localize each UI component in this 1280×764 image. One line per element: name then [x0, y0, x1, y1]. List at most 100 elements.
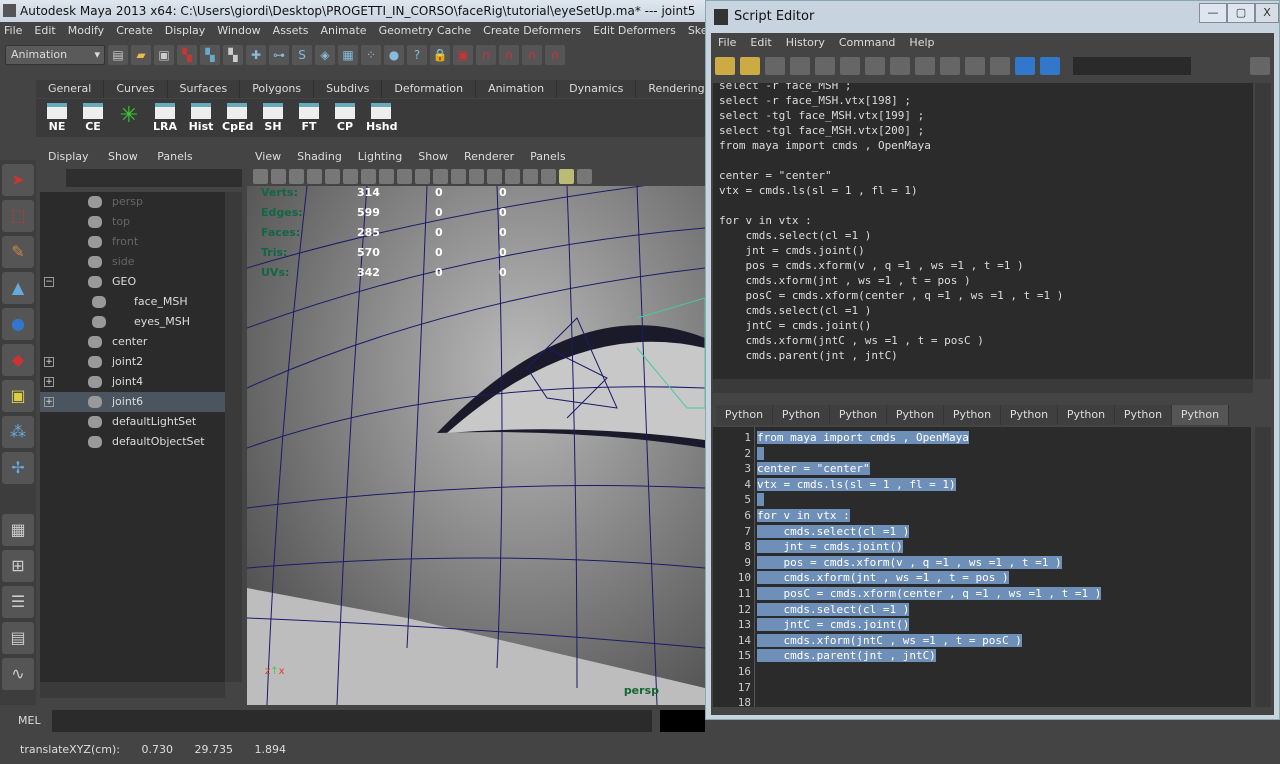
shelf-tab-subdivs[interactable]: Subdivs — [314, 80, 383, 98]
outliner-item-persp[interactable]: persp — [40, 192, 225, 212]
snap-view-icon[interactable]: ⁘ — [361, 45, 381, 65]
expand-toggle-icon[interactable]: − — [44, 277, 54, 287]
outliner-item-geo[interactable]: − GEO — [40, 272, 225, 292]
load-script-icon[interactable] — [715, 57, 735, 75]
select-object-icon[interactable]: ▚ — [200, 45, 220, 65]
last-tool-icon[interactable]: ✢ — [2, 452, 34, 484]
script-menu-history[interactable]: History — [786, 33, 825, 53]
expand-toggle-icon[interactable]: + — [44, 357, 54, 367]
make-live-icon[interactable]: ● — [384, 45, 404, 65]
shelf-button-lra[interactable]: LRA — [150, 103, 180, 133]
script-menu-command[interactable]: Command — [839, 33, 896, 53]
shadows-icon[interactable] — [559, 168, 574, 184]
safe-title-icon[interactable] — [433, 168, 448, 184]
menu-create-deformers[interactable]: Create Deformers — [479, 22, 589, 40]
viewport-menu-lighting[interactable]: Lighting — [358, 148, 402, 166]
camera-select-icon[interactable] — [253, 168, 268, 184]
snap-point-icon[interactable]: S — [292, 45, 312, 65]
history-pane[interactable]: select -r face_MSH ; select -r face_MSH.… — [713, 83, 1253, 379]
hud-icon[interactable] — [451, 168, 466, 184]
expand-toggle-icon[interactable]: + — [44, 397, 54, 407]
viewport-menu-panels[interactable]: Panels — [530, 148, 565, 166]
menu-file[interactable]: File — [0, 22, 30, 40]
shelf-button-ce[interactable]: CE — [78, 103, 108, 133]
open-scene-icon[interactable]: ▰ — [131, 45, 151, 65]
isolate-select-icon[interactable] — [577, 168, 592, 184]
clear-all-icon[interactable] — [865, 57, 885, 75]
help-icon[interactable]: ? — [407, 45, 427, 65]
clear-history-icon[interactable] — [815, 57, 835, 75]
shelf-button-cp[interactable]: CP — [330, 103, 360, 133]
shelf-button-hshd[interactable]: Hshd — [366, 103, 397, 133]
camera-attributes-icon[interactable] — [271, 168, 286, 184]
tab-python-7[interactable]: Python — [1058, 405, 1115, 425]
outliner-menu-panels[interactable]: Panels — [157, 150, 192, 163]
snap-curve-icon[interactable]: ⊶ — [269, 45, 289, 65]
history-vertical-scrollbar[interactable] — [1255, 83, 1271, 379]
show-history-icon[interactable] — [890, 57, 910, 75]
outliner-horizontal-scrollbar[interactable] — [40, 682, 225, 698]
minimize-button[interactable]: — — [1199, 3, 1227, 23]
paint-select-tool-icon[interactable]: ✎ — [2, 236, 34, 268]
soft-mod-tool-icon[interactable]: ⁂ — [2, 416, 34, 448]
tab-python-1[interactable]: Python — [716, 405, 773, 425]
close-button[interactable]: X — [1255, 3, 1279, 23]
search-field[interactable] — [1073, 57, 1191, 75]
menu-edit-deformers[interactable]: Edit Deformers — [589, 22, 684, 40]
image-plane-icon[interactable] — [307, 168, 322, 184]
source-script-icon[interactable] — [740, 57, 760, 75]
save-scene-icon[interactable]: ▣ — [154, 45, 174, 65]
expand-toggle-icon[interactable]: + — [44, 377, 54, 387]
viewport-persp[interactable]: View Shading Lighting Show Renderer Panels Ve… — [247, 148, 705, 705]
viewport-menu-show[interactable]: Show — [418, 148, 448, 166]
scale-tool-icon[interactable]: ◆ — [2, 344, 34, 376]
viewport-menu-shading[interactable]: Shading — [297, 148, 342, 166]
command-language-toggle[interactable]: MEL — [18, 714, 41, 727]
outliner-menu-show[interactable]: Show — [108, 150, 138, 163]
save-script-icon[interactable] — [765, 57, 785, 75]
wireframe-icon[interactable] — [469, 168, 484, 184]
tab-python-6[interactable]: Python — [1001, 405, 1058, 425]
script-menu-edit[interactable]: Edit — [750, 33, 771, 53]
menu-window[interactable]: Window — [213, 22, 268, 40]
menu-assets[interactable]: Assets — [269, 22, 317, 40]
outliner-item-defaultobjectset[interactable]: defaultObjectSet — [40, 432, 225, 452]
menu-geometry-cache[interactable]: Geometry Cache — [375, 22, 480, 40]
magnet-grid-icon[interactable]: ∩ — [476, 45, 496, 65]
lights-icon[interactable] — [541, 168, 556, 184]
show-both-icon[interactable] — [940, 57, 960, 75]
echo-commands-icon[interactable] — [965, 57, 985, 75]
select-tool-icon[interactable]: ➤ — [2, 164, 34, 196]
manipulator-tool-icon[interactable]: ▣ — [2, 380, 34, 412]
lasso-tool-icon[interactable]: ⬚ — [2, 200, 34, 232]
input-vertical-scrollbar[interactable] — [1255, 427, 1271, 707]
shelf-tab-animation[interactable]: Animation — [476, 80, 558, 98]
outliner-item-side[interactable]: side — [40, 252, 225, 272]
input-pane[interactable]: 1 2 3 4 5 6 7 8 9 10 11 12 13 14 15 16 17 18 from maya im… — [713, 427, 1251, 707]
maximize-button[interactable]: ▢ — [1227, 3, 1255, 23]
line-numbers-icon[interactable] — [990, 57, 1010, 75]
outliner-item-front[interactable]: front — [40, 232, 225, 252]
outliner-menu-display[interactable]: Display — [48, 150, 89, 163]
shelf-button-ft[interactable]: FT — [294, 103, 324, 133]
snap-live-icon[interactable]: ▦ — [338, 45, 358, 65]
outliner-item-joint6[interactable]: + joint6 — [40, 392, 225, 412]
tab-python-2[interactable]: Python — [773, 405, 830, 425]
new-scene-icon[interactable]: ▤ — [108, 45, 128, 65]
input-output-icon[interactable]: ▣ — [453, 45, 473, 65]
wireframe-on-shaded-icon[interactable] — [505, 168, 520, 184]
film-gate-icon[interactable] — [361, 168, 376, 184]
maya-icon[interactable]: ∿ — [2, 658, 34, 690]
execute-icon[interactable] — [1040, 57, 1060, 75]
menu-display[interactable]: Display — [161, 22, 214, 40]
tab-python-5[interactable]: Python — [944, 405, 1001, 425]
move-tool-icon[interactable]: ▲ — [2, 272, 34, 304]
menu-animate[interactable]: Animate — [316, 22, 374, 40]
outliner-item-center[interactable]: center — [40, 332, 225, 352]
shelf-button-ne[interactable]: NE — [42, 103, 72, 133]
outliner-item-joint2[interactable]: + joint2 — [40, 352, 225, 372]
shelf-tab-general[interactable]: General — [36, 80, 105, 98]
resolution-gate-icon[interactable] — [379, 168, 394, 184]
menu-create[interactable]: Create — [112, 22, 161, 40]
layout-single-icon[interactable]: ▦ — [2, 514, 34, 546]
